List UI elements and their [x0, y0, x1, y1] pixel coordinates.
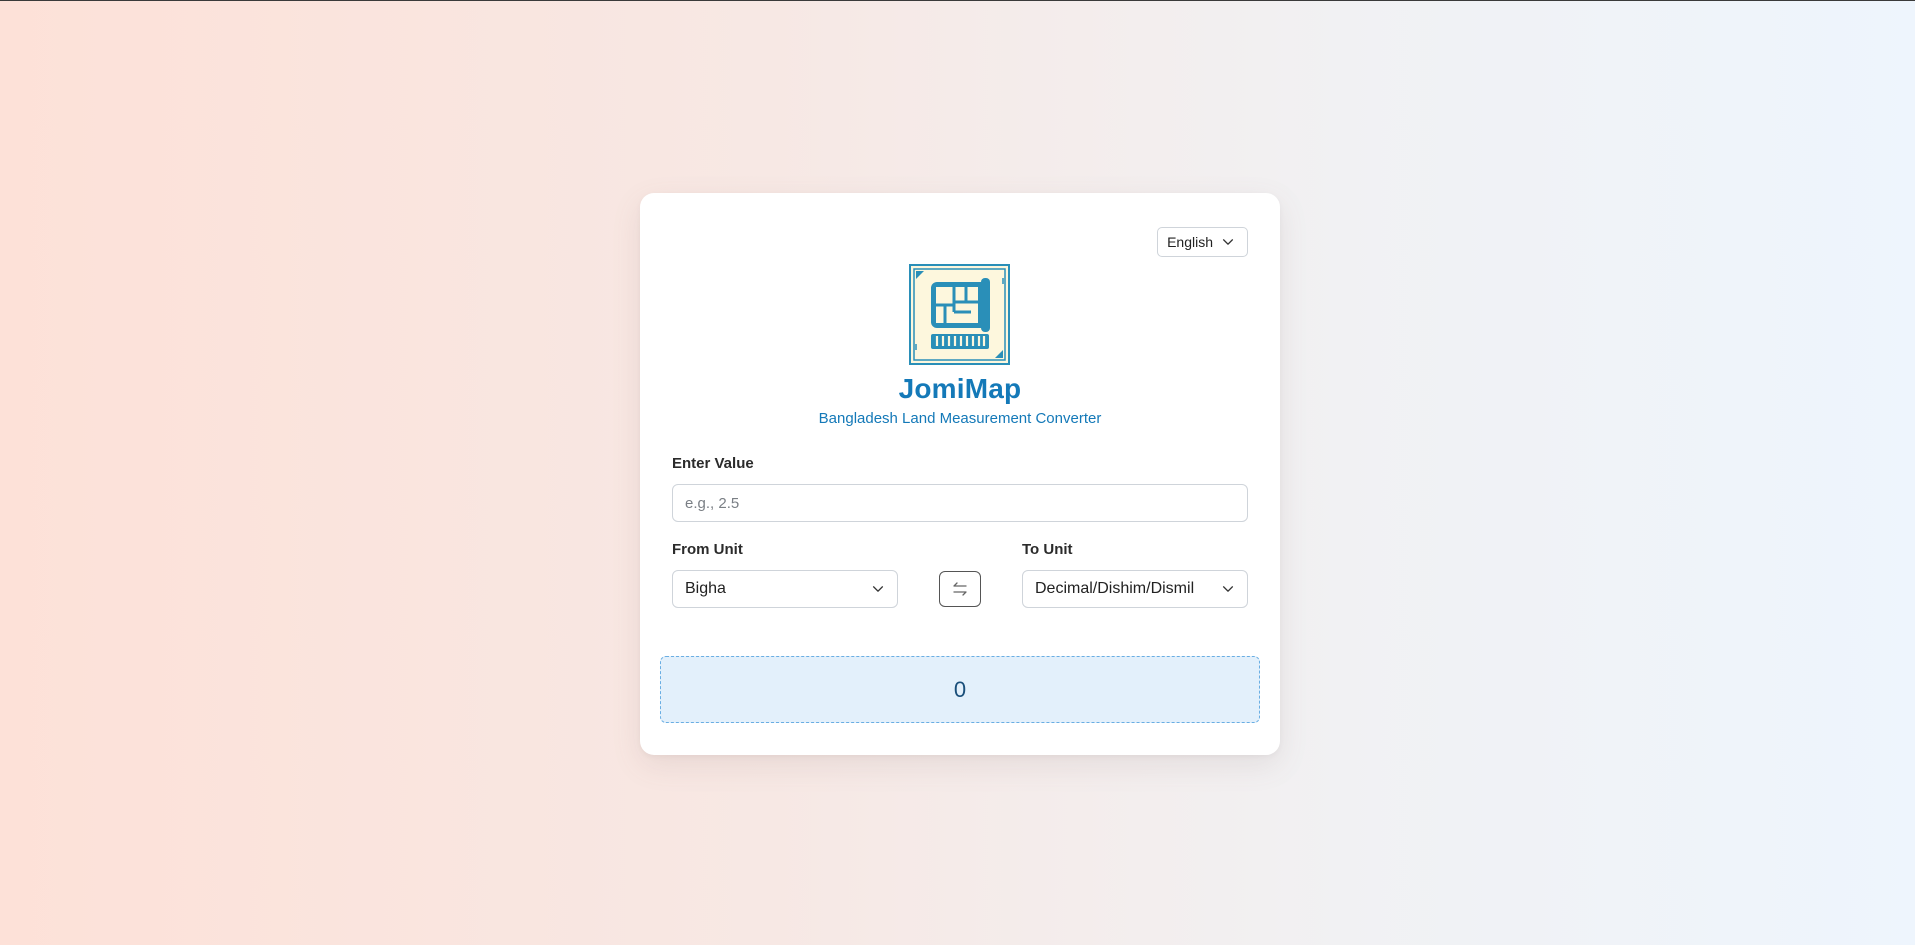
- chevron-down-icon: [872, 586, 884, 592]
- from-unit-select[interactable]: Bigha: [672, 570, 898, 608]
- swap-arrows-icon: [953, 582, 967, 596]
- swap-units-button[interactable]: [939, 571, 981, 607]
- result-display: 0: [660, 656, 1260, 723]
- from-unit-selected: Bigha: [685, 580, 726, 597]
- converter-card: English JomiMap Bangladesh Land Measurem…: [640, 193, 1280, 755]
- result-value: 0: [953, 676, 967, 702]
- app-title: JomiMap: [898, 373, 1022, 404]
- language-selected-label: English: [1167, 234, 1213, 250]
- value-input[interactable]: [672, 484, 1248, 522]
- chevron-down-icon: [1222, 586, 1234, 592]
- to-unit-selected: Decimal/Dishim/Dismil: [1035, 580, 1195, 597]
- language-select[interactable]: English: [1157, 227, 1248, 257]
- app-subtitle: Bangladesh Land Measurement Converter: [818, 410, 1102, 427]
- land-blueprint-icon: [909, 264, 1010, 365]
- enter-value-label: Enter Value: [672, 455, 754, 472]
- to-unit-label: To Unit: [1022, 541, 1073, 558]
- chevron-down-icon: [1222, 239, 1234, 245]
- to-unit-select[interactable]: Decimal/Dishim/Dismil: [1022, 570, 1248, 608]
- from-unit-label: From Unit: [672, 541, 743, 558]
